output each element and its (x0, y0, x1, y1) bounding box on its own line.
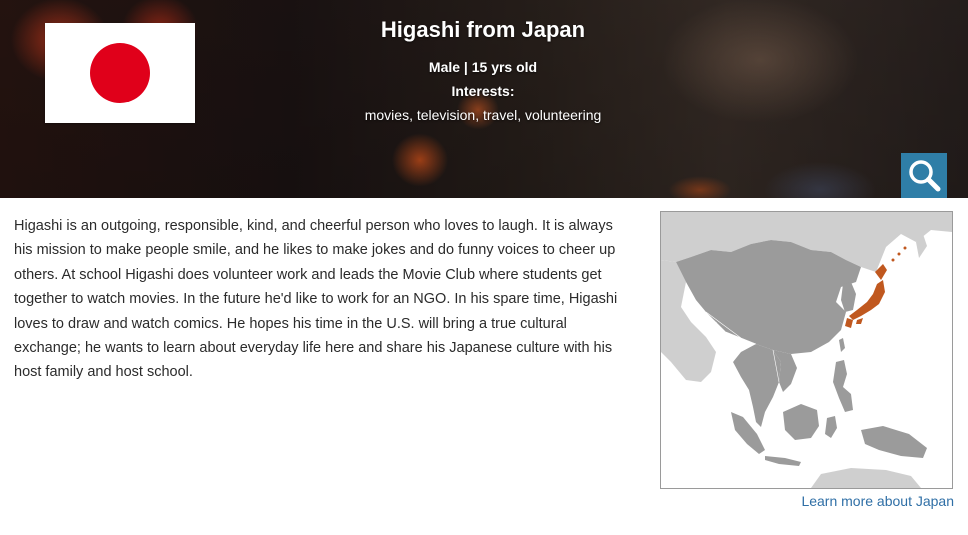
flag-sun-disc (90, 43, 150, 103)
japan-flag-icon (45, 23, 195, 123)
student-gender-age: Male | 15 yrs old (428, 59, 538, 75)
hero-text-block: Higashi from Japan Male | 15 yrs old Int… (300, 16, 666, 124)
interests-list: movies, television, travel, volunteering (364, 107, 602, 123)
interests-label: Interests: (451, 83, 515, 99)
region-map (660, 211, 953, 489)
search-button[interactable] (901, 153, 947, 198)
hero-banner: Higashi from Japan Male | 15 yrs old Int… (0, 0, 968, 198)
search-icon (909, 160, 941, 192)
east-asia-map-icon (661, 212, 952, 488)
learn-more-link[interactable]: Learn more about Japan (700, 491, 954, 511)
student-bio: Higashi is an outgoing, responsible, kin… (14, 218, 618, 381)
page-title: Higashi from Japan (380, 17, 586, 42)
